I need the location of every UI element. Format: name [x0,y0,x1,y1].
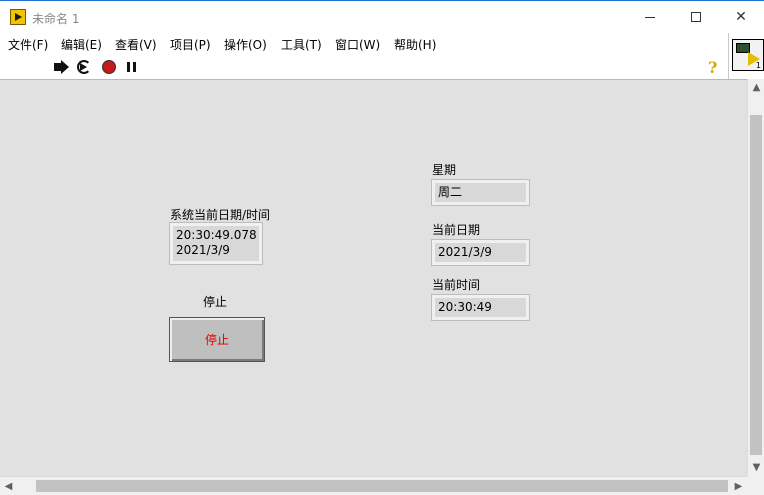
menu-view[interactable]: 查看(V) [115,36,157,53]
labview-app-icon [10,9,26,25]
stop-button-text: 停止 [204,333,229,347]
weekday-label: 星期 [432,163,457,177]
vertical-scrollbar[interactable]: ▲ ▼ [747,79,764,476]
abort-icon[interactable] [101,59,117,75]
run-continuously-icon[interactable] [76,59,92,75]
horizontal-scrollbar[interactable]: ◀ ▶ [0,476,747,495]
vi-icon-pane[interactable]: 1 [728,33,764,79]
toolbar: ? [0,55,728,79]
weekday-indicator: 周二 [431,179,530,206]
stop-button[interactable]: 停止 [169,317,265,362]
pause-icon[interactable] [124,59,140,75]
datetime-indicator: 20:30:49.078 2021/3/9 [169,222,263,265]
current-date-label: 当前日期 [432,223,481,237]
current-time-label: 当前时间 [432,278,481,292]
datetime-label: 系统当前日期/时间 [170,208,271,222]
weekday-value: 周二 [438,185,463,199]
menu-help[interactable]: 帮助(H) [394,36,436,53]
close-icon: ✕ [735,9,747,25]
vi-icon[interactable]: 1 [732,39,764,71]
scrollbar-corner [747,476,764,495]
maximize-icon [691,12,701,22]
datetime-time: 20:30:49.078 [176,228,257,242]
minimize-button[interactable] [627,1,673,33]
datetime-date: 2021/3/9 [176,243,230,257]
menu-operate[interactable]: 操作(O) [224,36,267,53]
vertical-scroll-thumb[interactable] [750,115,762,455]
current-date-value: 2021/3/9 [438,245,492,259]
minimize-icon [645,16,655,18]
maximize-button[interactable] [673,1,719,33]
current-date-indicator: 2021/3/9 [431,239,530,266]
menu-window[interactable]: 窗口(W) [335,36,380,53]
scroll-up-icon[interactable]: ▲ [748,79,764,96]
menu-file[interactable]: 文件(F) [8,36,48,53]
horizontal-scroll-thumb[interactable] [36,480,728,492]
current-time-value: 20:30:49 [438,300,492,314]
stop-label: 停止 [203,295,228,309]
scroll-down-icon[interactable]: ▼ [748,459,764,476]
menu-tools[interactable]: 工具(T) [281,36,322,53]
menu-project[interactable]: 项目(P) [170,36,211,53]
scroll-left-icon[interactable]: ◀ [0,477,17,495]
menu-bar: 文件(F) 编辑(E) 查看(V) 项目(P) 操作(O) 工具(T) 窗口(W… [0,33,728,55]
window-title: 未命名 1 [32,12,80,26]
menu-edit[interactable]: 编辑(E) [61,36,102,53]
front-panel: 系统当前日期/时间 20:30:49.078 2021/3/9 停止 停止 星期… [0,79,747,476]
run-icon[interactable] [54,59,70,75]
scroll-right-icon[interactable]: ▶ [730,477,747,495]
vi-icon-number: 1 [755,61,761,70]
title-bar: 未命名 1 ✕ [0,0,764,33]
current-time-indicator: 20:30:49 [431,294,530,321]
context-help-icon[interactable]: ? [708,58,717,77]
close-button[interactable]: ✕ [718,1,764,33]
